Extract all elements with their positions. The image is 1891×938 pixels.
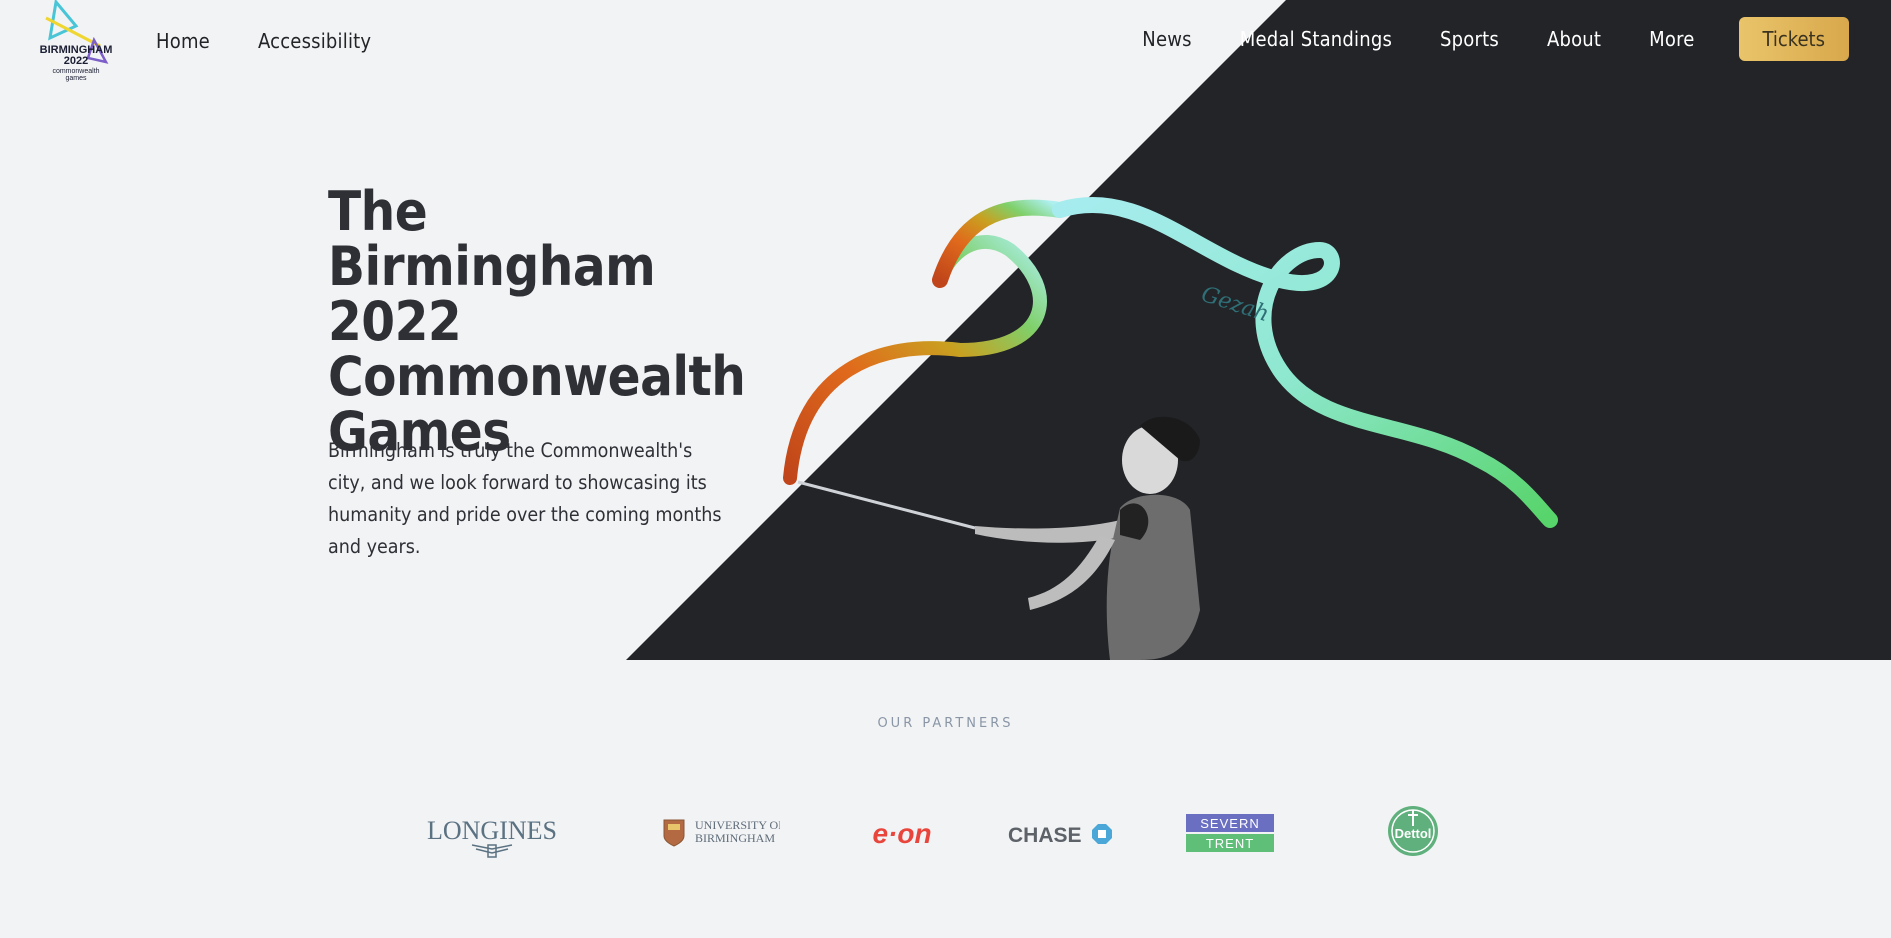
uob-crest-band-icon xyxy=(668,824,680,830)
eon-wordmark: e·on xyxy=(872,818,931,849)
gymnast-hero-image: Gezah xyxy=(783,197,1558,660)
logo-text-cw: commonwealth xyxy=(52,68,99,75)
uob-crest-icon xyxy=(663,819,685,847)
nav-accessibility[interactable]: Accessibility xyxy=(258,24,371,58)
uob-line2: BIRMINGHAM xyxy=(695,831,775,845)
hero-title-line: The Birmingham xyxy=(328,180,656,298)
chase-wordmark: CHASE xyxy=(1008,824,1082,847)
hourglass-icon xyxy=(487,844,497,858)
nav-sports[interactable]: Sports xyxy=(1440,22,1499,56)
logo-text-games: games xyxy=(65,75,87,82)
longines-logo[interactable]: LONGINES xyxy=(414,815,570,859)
nav-news[interactable]: News xyxy=(1142,22,1191,56)
primary-nav-right: News Medal Standings Sports About More T… xyxy=(1142,17,1849,61)
severn-trent-logo[interactable]: SEVERN TRENT xyxy=(1186,814,1274,852)
dettol-wordmark: Dettol xyxy=(1395,826,1432,841)
gymnast-figure-icon xyxy=(975,416,1200,660)
ribbon-stick-icon xyxy=(797,480,976,530)
tickets-button[interactable]: Tickets xyxy=(1738,17,1849,61)
chase-logo[interactable]: CHASE xyxy=(1008,820,1112,848)
dettol-logo[interactable]: Dettol xyxy=(1386,804,1440,858)
university-of-birmingham-logo[interactable]: UNIVERSITY OF BIRMINGHAM xyxy=(662,816,780,848)
uob-line1: UNIVERSITY OF xyxy=(695,818,780,832)
hero-title-line: 2022 xyxy=(328,290,462,353)
hero-title: The Birmingham 2022 Commonwealth Games xyxy=(328,184,746,459)
nav-home[interactable]: Home xyxy=(156,24,210,58)
hero-title-line: Commonwealth xyxy=(328,345,746,408)
nav-about[interactable]: About xyxy=(1547,22,1601,56)
nav-medal-standings[interactable]: Medal Standings xyxy=(1240,22,1392,56)
chase-octagon-icon xyxy=(1092,824,1112,844)
logo-text-year: 2022 xyxy=(64,55,88,67)
birmingham-2022-logo[interactable]: BIRMINGHAM 2022 commonwealth games xyxy=(38,0,114,82)
eon-logo[interactable]: e·on xyxy=(866,818,938,850)
severn-text: SEVERN xyxy=(1200,816,1259,831)
longines-wordmark: LONGINES xyxy=(427,816,557,845)
ribbon-orange-icon xyxy=(783,234,1047,485)
primary-nav-left: Home Accessibility xyxy=(156,24,371,58)
trent-text: TRENT xyxy=(1206,836,1254,851)
hero-description: Birmingham is truly the Commonwealth's c… xyxy=(328,439,722,558)
nav-more[interactable]: More xyxy=(1649,22,1694,56)
winged-hourglass-icon xyxy=(471,844,513,854)
partners-heading: OUR PARTNERS xyxy=(877,716,1014,731)
